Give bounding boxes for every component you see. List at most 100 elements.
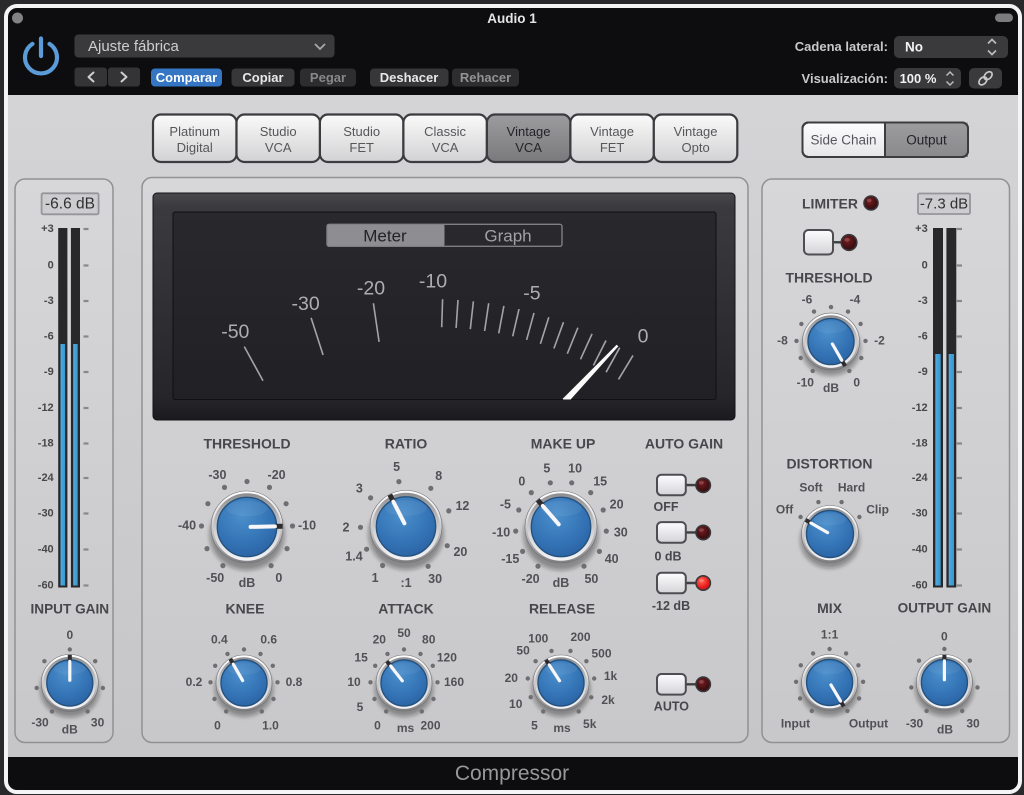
svg-text:0: 0 bbox=[48, 260, 54, 272]
svg-text:-5: -5 bbox=[523, 283, 540, 305]
svg-text:Cadena lateral:: Cadena lateral: bbox=[795, 39, 888, 54]
svg-text:Off: Off bbox=[776, 503, 794, 517]
svg-text:Graph: Graph bbox=[484, 227, 531, 246]
svg-text:THRESHOLD: THRESHOLD bbox=[785, 270, 872, 286]
svg-text:20: 20 bbox=[453, 545, 467, 559]
svg-text:OFF: OFF bbox=[654, 500, 679, 514]
svg-text:Platinum: Platinum bbox=[169, 124, 220, 139]
svg-text:-50: -50 bbox=[206, 571, 224, 585]
svg-text:MIX: MIX bbox=[817, 600, 843, 616]
svg-text:FET: FET bbox=[349, 140, 374, 155]
svg-text:-12 dB: -12 dB bbox=[652, 599, 690, 613]
svg-text:30: 30 bbox=[614, 525, 628, 539]
svg-text:Compressor: Compressor bbox=[455, 762, 569, 785]
svg-text:Input: Input bbox=[781, 717, 810, 731]
svg-text:VCA: VCA bbox=[265, 140, 292, 155]
svg-text:Digital: Digital bbox=[177, 140, 213, 155]
svg-text:10: 10 bbox=[347, 675, 361, 689]
svg-text:LIMITER: LIMITER bbox=[802, 196, 858, 212]
svg-text:0: 0 bbox=[518, 475, 525, 489]
svg-text:1:1: 1:1 bbox=[821, 628, 839, 642]
svg-text:-7.3 dB: -7.3 dB bbox=[920, 196, 968, 213]
svg-text:-40: -40 bbox=[178, 519, 196, 533]
svg-text:12: 12 bbox=[455, 499, 469, 513]
svg-text:Deshacer: Deshacer bbox=[380, 70, 439, 85]
svg-text:-6: -6 bbox=[918, 331, 928, 343]
svg-text:No: No bbox=[905, 40, 923, 55]
svg-text:15: 15 bbox=[354, 650, 368, 664]
svg-text:5: 5 bbox=[543, 462, 550, 476]
svg-text:30: 30 bbox=[966, 717, 980, 731]
svg-text:Vintage: Vintage bbox=[674, 124, 718, 139]
svg-text:30: 30 bbox=[428, 572, 442, 586]
svg-text:Clip: Clip bbox=[866, 503, 889, 517]
svg-text:3: 3 bbox=[356, 482, 363, 496]
svg-text:1.0: 1.0 bbox=[262, 718, 279, 732]
svg-text:1: 1 bbox=[372, 571, 379, 585]
svg-text:-30: -30 bbox=[906, 717, 924, 731]
svg-text:Studio: Studio bbox=[343, 124, 380, 139]
svg-text:MAKE UP: MAKE UP bbox=[531, 436, 596, 452]
svg-text:1.4: 1.4 bbox=[345, 550, 362, 564]
svg-text:Copiar: Copiar bbox=[242, 70, 283, 85]
svg-text:0: 0 bbox=[922, 260, 928, 272]
svg-text:dB: dB bbox=[62, 723, 78, 737]
svg-text:500: 500 bbox=[591, 647, 611, 661]
svg-text:RELEASE: RELEASE bbox=[529, 601, 595, 617]
svg-text:1k: 1k bbox=[604, 669, 618, 683]
svg-text:-6: -6 bbox=[44, 331, 54, 343]
svg-text:dB: dB bbox=[239, 576, 256, 590]
svg-text:-24: -24 bbox=[38, 472, 55, 484]
svg-text:Ajuste fábrica: Ajuste fábrica bbox=[88, 38, 180, 55]
svg-text:Visualización:: Visualización: bbox=[802, 71, 888, 86]
svg-text:Pegar: Pegar bbox=[310, 70, 346, 85]
svg-text:-20: -20 bbox=[357, 278, 385, 300]
svg-text:Vintage: Vintage bbox=[507, 124, 551, 139]
svg-text:0: 0 bbox=[214, 718, 221, 732]
svg-text:-9: -9 bbox=[918, 366, 928, 378]
svg-text:Studio: Studio bbox=[260, 124, 297, 139]
svg-text:THRESHOLD: THRESHOLD bbox=[203, 436, 290, 452]
svg-text:FET: FET bbox=[600, 140, 625, 155]
svg-text:-6: -6 bbox=[802, 292, 813, 306]
svg-text:-40: -40 bbox=[912, 544, 928, 556]
svg-text:0 dB: 0 dB bbox=[654, 549, 681, 563]
svg-text:0.8: 0.8 bbox=[286, 675, 303, 689]
svg-text:20: 20 bbox=[373, 633, 387, 647]
svg-text:-10: -10 bbox=[797, 376, 815, 390]
svg-text:0.4: 0.4 bbox=[211, 633, 228, 647]
svg-text:INPUT GAIN: INPUT GAIN bbox=[31, 602, 110, 617]
svg-text:-10: -10 bbox=[419, 271, 447, 293]
svg-text:2k: 2k bbox=[601, 693, 615, 707]
svg-text:-20: -20 bbox=[268, 468, 286, 482]
svg-text:Opto: Opto bbox=[682, 140, 710, 155]
svg-text:-9: -9 bbox=[44, 366, 54, 378]
svg-text:Rehacer: Rehacer bbox=[460, 70, 511, 85]
svg-text:160: 160 bbox=[444, 675, 464, 689]
svg-text:+3: +3 bbox=[41, 223, 54, 235]
svg-text:Meter: Meter bbox=[363, 227, 407, 246]
svg-text:dB: dB bbox=[553, 576, 570, 590]
svg-text:Comparar: Comparar bbox=[156, 70, 217, 85]
svg-text:-60: -60 bbox=[912, 580, 928, 592]
svg-text:0.6: 0.6 bbox=[260, 633, 277, 647]
svg-text:RATIO: RATIO bbox=[385, 436, 428, 452]
svg-text:-12: -12 bbox=[38, 402, 54, 414]
svg-text:5: 5 bbox=[393, 460, 400, 474]
svg-text:ms: ms bbox=[553, 721, 571, 735]
svg-text:50: 50 bbox=[516, 643, 530, 657]
svg-text:-10: -10 bbox=[492, 525, 510, 539]
svg-text:0: 0 bbox=[374, 718, 381, 732]
svg-text:Soft: Soft bbox=[799, 481, 822, 495]
svg-text:50: 50 bbox=[397, 626, 411, 640]
svg-text:VCA: VCA bbox=[515, 140, 542, 155]
svg-text:-8: -8 bbox=[777, 334, 788, 348]
svg-text:0: 0 bbox=[66, 628, 73, 642]
svg-text:-5: -5 bbox=[500, 498, 511, 512]
svg-text:Side Chain: Side Chain bbox=[810, 133, 876, 148]
svg-text:10: 10 bbox=[509, 697, 523, 711]
svg-text:-30: -30 bbox=[38, 508, 54, 520]
svg-text:AUTO: AUTO bbox=[654, 700, 689, 714]
svg-text:-6.6 dB: -6.6 dB bbox=[45, 196, 95, 213]
svg-text:80: 80 bbox=[422, 633, 436, 647]
